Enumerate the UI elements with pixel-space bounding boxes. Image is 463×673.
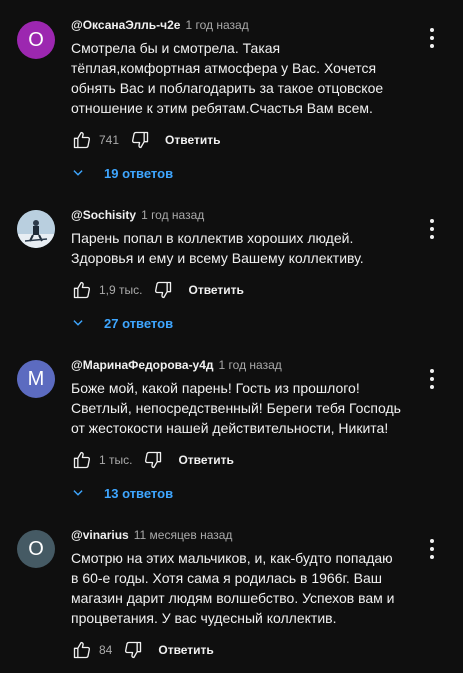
like-button[interactable] bbox=[71, 449, 93, 471]
like-count: 84 bbox=[99, 643, 113, 657]
comment-text: Смотрела бы и смотрела. Такая тёплая,ком… bbox=[71, 40, 384, 116]
dislike-button[interactable] bbox=[122, 639, 144, 661]
comment-author[interactable]: @МаринаФедорова-у4д bbox=[71, 358, 214, 372]
thumb-up-icon bbox=[73, 281, 91, 299]
comment-time[interactable]: 1 год назад bbox=[185, 18, 248, 32]
comment-author[interactable]: @Sochisity bbox=[71, 208, 136, 222]
like-count: 1,9 тыс. bbox=[99, 283, 143, 297]
comment-author[interactable]: @vinarius bbox=[71, 528, 129, 542]
thumb-down-icon bbox=[155, 281, 172, 299]
reply-button[interactable]: Ответить bbox=[165, 133, 220, 147]
chevron-down-icon bbox=[73, 320, 83, 326]
like-button[interactable] bbox=[71, 129, 93, 151]
reply-button[interactable]: Ответить bbox=[178, 453, 233, 467]
dislike-button[interactable] bbox=[142, 449, 164, 471]
more-actions-icon[interactable] bbox=[428, 369, 436, 389]
replies-count-label: 19 ответов bbox=[104, 165, 174, 181]
comment-text: Смотрю на этих мальчиков, и, как-будто п… bbox=[71, 550, 395, 626]
avatar[interactable] bbox=[17, 210, 55, 248]
more-actions-icon[interactable] bbox=[428, 539, 436, 559]
avatar-letter: М bbox=[27, 367, 45, 390]
replies-count-label: 27 ответов bbox=[104, 315, 174, 331]
chevron-down-icon bbox=[73, 170, 83, 176]
like-button[interactable] bbox=[71, 639, 93, 661]
like-count: 741 bbox=[99, 133, 120, 147]
thumb-down-icon bbox=[132, 131, 149, 149]
like-button[interactable] bbox=[71, 279, 93, 301]
avatar-letter: О bbox=[28, 28, 44, 51]
thumb-down-icon bbox=[145, 451, 162, 469]
view-replies-button[interactable]: 13 ответов bbox=[73, 483, 174, 503]
more-actions-icon[interactable] bbox=[428, 28, 436, 48]
avatar[interactable]: О bbox=[17, 21, 55, 59]
thumb-up-icon bbox=[73, 641, 91, 659]
avatar-letter: O bbox=[28, 537, 44, 560]
chevron-down-icon bbox=[73, 490, 83, 496]
comment-time[interactable]: 11 месяцев назад bbox=[134, 528, 233, 542]
thumb-down-icon bbox=[125, 641, 142, 659]
avatar[interactable]: O bbox=[17, 530, 55, 568]
comment-time[interactable]: 1 год назад bbox=[141, 208, 204, 222]
comment-text: Парень попал в коллектив хороших людей. … bbox=[71, 230, 364, 266]
dislike-button[interactable] bbox=[152, 279, 174, 301]
thumb-up-icon bbox=[73, 131, 91, 149]
avatar[interactable]: М bbox=[17, 360, 55, 398]
thumb-up-icon bbox=[73, 451, 91, 469]
reply-button[interactable]: Ответить bbox=[158, 643, 213, 657]
dislike-button[interactable] bbox=[129, 129, 151, 151]
comment-text: Боже мой, какой парень! Гость из прошлог… bbox=[71, 380, 401, 436]
comment-author[interactable]: @ОксанаЭлль-ч2е bbox=[71, 18, 180, 32]
reply-button[interactable]: Ответить bbox=[188, 283, 243, 297]
replies-count-label: 13 ответов bbox=[104, 485, 174, 501]
more-actions-icon[interactable] bbox=[428, 219, 436, 239]
avatar-photo bbox=[17, 210, 55, 248]
view-replies-button[interactable]: 27 ответов bbox=[73, 313, 174, 333]
view-replies-button[interactable]: 19 ответов bbox=[73, 163, 174, 183]
comment-time[interactable]: 1 год назад bbox=[219, 358, 282, 372]
like-count: 1 тыс. bbox=[99, 453, 133, 467]
